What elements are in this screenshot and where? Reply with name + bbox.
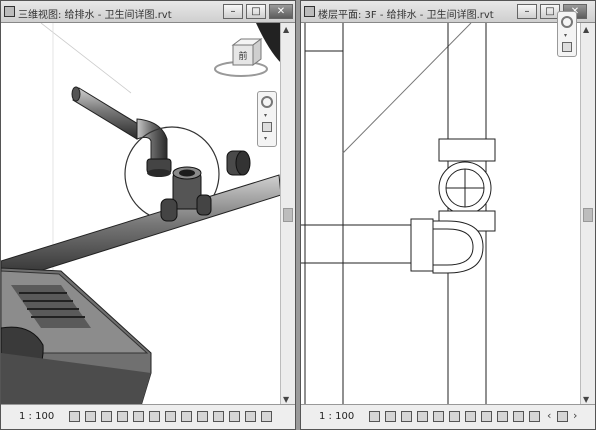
- reveal-hidden-icon[interactable]: [481, 411, 492, 422]
- detail-level-icon[interactable]: [69, 411, 80, 422]
- main-pipe[interactable]: [1, 174, 281, 284]
- left-title-bar[interactable]: 三维视图: 给排水 - 卫生间详图.rvt – □ ✕: [1, 1, 295, 23]
- left-view-control-bar: 1 : 100: [1, 404, 295, 429]
- minimize-button[interactable]: –: [223, 4, 243, 19]
- view-cube[interactable]: 前: [214, 38, 268, 77]
- visual-style-icon[interactable]: [85, 411, 96, 422]
- highlight-displacement-icon[interactable]: [261, 411, 272, 422]
- upper-pipe[interactable]: [71, 86, 172, 177]
- revit-view-icon: [304, 6, 315, 17]
- render-icon[interactable]: [133, 411, 144, 422]
- navigation-bar[interactable]: ▾ ▾: [257, 91, 277, 147]
- sun-path-icon[interactable]: [101, 411, 112, 422]
- plan-viewport[interactable]: [301, 23, 581, 406]
- analytical-model-icon[interactable]: [513, 411, 524, 422]
- detail-level-icon[interactable]: [369, 411, 380, 422]
- navigation-bar[interactable]: ▾: [557, 11, 577, 57]
- chevron-down-icon[interactable]: ▾: [264, 112, 267, 119]
- revit-view-icon: [4, 6, 15, 17]
- right-view-control-bar: 1 : 100 ‹ ›: [301, 404, 595, 429]
- scroll-up-arrow[interactable]: ▲: [283, 25, 289, 34]
- visual-style-icon[interactable]: [385, 411, 396, 422]
- right-vertical-scrollbar[interactable]: ▲ ▼: [580, 23, 595, 406]
- shadows-icon[interactable]: [117, 411, 128, 422]
- shadows-icon[interactable]: [417, 411, 428, 422]
- temp-view-properties-icon[interactable]: [497, 411, 508, 422]
- temp-hide-icon[interactable]: [465, 411, 476, 422]
- crop-view-icon[interactable]: [433, 411, 444, 422]
- close-button[interactable]: ✕: [269, 4, 293, 19]
- scroll-thumb[interactable]: [583, 208, 593, 222]
- scroll-down-arrow[interactable]: ▼: [583, 395, 589, 404]
- sun-path-icon[interactable]: [401, 411, 412, 422]
- crop-region-icon[interactable]: [449, 411, 460, 422]
- lock-view-icon[interactable]: [181, 411, 192, 422]
- end-cap[interactable]: [226, 150, 251, 176]
- highlight-displacement-icon[interactable]: [529, 411, 540, 422]
- left-view-window: 三维视图: 给排水 - 卫生间详图.rvt – □ ✕ 前 ▾ ▾ ▲ ▼ 1 …: [0, 0, 296, 430]
- maximize-button[interactable]: □: [246, 4, 266, 19]
- scroll-right-arrow[interactable]: ›: [573, 409, 577, 422]
- chevron-down-icon[interactable]: ▾: [564, 32, 567, 39]
- right-view-window: 楼层平面: 3F - 给排水 - 卫生间详图.rvt – □ ✕: [300, 0, 596, 430]
- steering-wheel-icon[interactable]: [261, 96, 273, 108]
- zoom-icon[interactable]: [262, 122, 272, 132]
- zoom-icon[interactable]: [562, 42, 572, 52]
- squat-fixture[interactable]: [1, 267, 152, 406]
- analytical-model-icon[interactable]: [245, 411, 256, 422]
- horizontal-scroll-thumb[interactable]: [557, 411, 568, 422]
- scroll-down-arrow[interactable]: ▼: [283, 395, 289, 404]
- crop-view-icon[interactable]: [149, 411, 160, 422]
- 3d-viewport[interactable]: 前: [1, 23, 281, 406]
- temp-view-properties-icon[interactable]: [229, 411, 240, 422]
- scroll-left-arrow[interactable]: ‹: [547, 409, 551, 422]
- reveal-hidden-icon[interactable]: [213, 411, 224, 422]
- scroll-thumb[interactable]: [283, 208, 293, 222]
- crop-region-icon[interactable]: [165, 411, 176, 422]
- scroll-up-arrow[interactable]: ▲: [583, 25, 589, 34]
- left-window-title: 三维视图: 给排水 - 卫生间详图.rvt: [18, 10, 172, 21]
- right-window-title: 楼层平面: 3F - 给排水 - 卫生间详图.rvt: [318, 10, 494, 21]
- minimize-button[interactable]: –: [517, 4, 537, 19]
- steering-wheel-icon[interactable]: [561, 16, 573, 28]
- temp-hide-icon[interactable]: [197, 411, 208, 422]
- view-scale[interactable]: 1 : 100: [319, 411, 354, 422]
- right-title-bar[interactable]: 楼层平面: 3F - 给排水 - 卫生间详图.rvt – □ ✕: [301, 1, 595, 23]
- left-vertical-scrollbar[interactable]: ▲ ▼: [280, 23, 295, 406]
- view-cube-face: 前: [238, 50, 247, 62]
- chevron-down-icon[interactable]: ▾: [264, 135, 267, 142]
- view-scale[interactable]: 1 : 100: [19, 411, 54, 422]
